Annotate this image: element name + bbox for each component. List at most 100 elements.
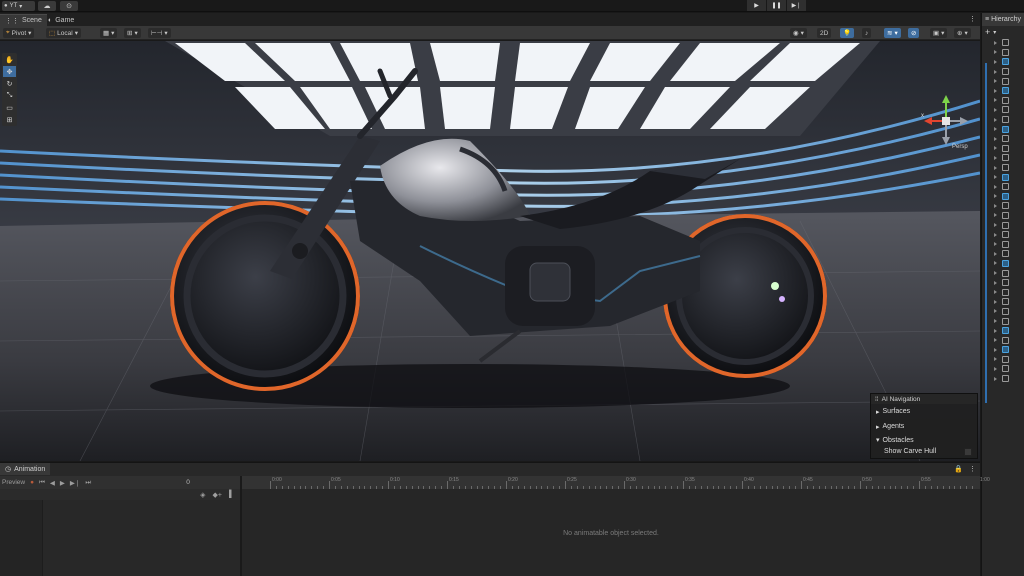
hierarchy-row[interactable]: [982, 374, 1024, 384]
chevron-right-icon[interactable]: [994, 175, 997, 180]
filter-keys-button[interactable]: ◈: [200, 491, 205, 499]
hierarchy-row[interactable]: [982, 364, 1024, 374]
chevron-right-icon[interactable]: [994, 40, 997, 45]
hierarchy-row[interactable]: [982, 48, 1024, 58]
hierarchy-row[interactable]: [982, 57, 1024, 67]
add-button[interactable]: +: [985, 27, 990, 37]
tab-scene[interactable]: ⋮⋮ Scene: [0, 14, 47, 26]
grid-snap-button[interactable]: ▦ ▾: [100, 28, 118, 38]
hierarchy-row[interactable]: [982, 249, 1024, 259]
chevron-right-icon[interactable]: [994, 203, 997, 208]
chevron-right-icon[interactable]: [994, 366, 997, 371]
chevron-right-icon[interactable]: [994, 194, 997, 199]
hierarchy-row[interactable]: [982, 86, 1024, 96]
hierarchy-row[interactable]: [982, 124, 1024, 134]
hierarchy-row[interactable]: [982, 76, 1024, 86]
visibility-toggle[interactable]: ⊘: [908, 28, 920, 38]
toggle-2d-button[interactable]: 2D: [817, 28, 832, 38]
move-tool-button[interactable]: ✥: [3, 66, 16, 77]
scene-viewport[interactable]: x Persp: [0, 41, 980, 461]
chevron-right-icon[interactable]: [994, 242, 997, 247]
first-key-button[interactable]: ⏮: [39, 479, 45, 487]
collab-button[interactable]: ⊙: [60, 1, 78, 11]
ai-navigation-header[interactable]: ⁞⁞ AI Navigation: [871, 394, 977, 404]
chevron-right-icon[interactable]: [994, 319, 997, 324]
ai-nav-surfaces[interactable]: ▸ Surfaces: [871, 404, 977, 419]
hierarchy-row[interactable]: [982, 355, 1024, 365]
hierarchy-row[interactable]: [982, 201, 1024, 211]
chevron-right-icon[interactable]: [994, 290, 997, 295]
scale-tool-button[interactable]: ⤡: [3, 90, 16, 101]
tab-menu-icon[interactable]: ⋮: [969, 15, 976, 23]
hierarchy-row[interactable]: [982, 153, 1024, 163]
chevron-right-icon[interactable]: [994, 69, 997, 74]
hierarchy-row[interactable]: [982, 316, 1024, 326]
chevron-right-icon[interactable]: [994, 146, 997, 151]
chevron-right-icon[interactable]: [994, 299, 997, 304]
view-mode-label[interactable]: Persp: [952, 144, 968, 150]
chevron-right-icon[interactable]: [994, 232, 997, 237]
chevron-right-icon[interactable]: [994, 107, 997, 112]
chevron-right-icon[interactable]: [994, 79, 997, 84]
ai-nav-obstacles[interactable]: ▾ Obstacles: [871, 434, 977, 446]
chevron-right-icon[interactable]: [994, 271, 997, 276]
timeline-ruler[interactable]: 0:00 0:05 0:10 0:15 0:20 0:25 0:30 0:35 0:40 0:45…: [242, 476, 990, 489]
rotate-tool-button[interactable]: ↻: [3, 78, 16, 89]
play-anim-button[interactable]: ▶: [60, 479, 65, 487]
lighting-toggle[interactable]: 💡: [840, 28, 855, 38]
chevron-right-icon[interactable]: [994, 223, 997, 228]
chevron-right-icon[interactable]: [994, 98, 997, 103]
orientation-gizmo[interactable]: x: [920, 93, 970, 149]
hierarchy-row[interactable]: [982, 134, 1024, 144]
snap-increment-button[interactable]: ⊞ ▾: [124, 28, 141, 38]
pivot-dropdown[interactable]: ⌖ Pivot ▾: [3, 28, 35, 38]
add-event-button[interactable]: ▌: [229, 491, 234, 498]
hierarchy-row[interactable]: [982, 335, 1024, 345]
hierarchy-row[interactable]: [982, 259, 1024, 269]
hierarchy-row[interactable]: [982, 105, 1024, 115]
hierarchy-row[interactable]: [982, 268, 1024, 278]
transform-tool-button[interactable]: ⊞: [3, 114, 16, 125]
draw-mode-dropdown[interactable]: ◉ ▾: [790, 28, 807, 38]
cloud-button[interactable]: ☁: [38, 1, 56, 11]
hierarchy-row[interactable]: [982, 163, 1024, 173]
account-dropdown[interactable]: ● YT ▾: [2, 1, 35, 11]
chevron-right-icon[interactable]: [994, 88, 997, 93]
play-button[interactable]: ▶: [747, 0, 766, 11]
chevron-right-icon[interactable]: [994, 328, 997, 333]
gizmos-dropdown[interactable]: ⊕ ▾: [954, 28, 971, 38]
hierarchy-row[interactable]: [982, 278, 1024, 288]
chevron-right-icon[interactable]: [994, 117, 997, 122]
incremental-snap-button[interactable]: ⊢⊣ ▾: [148, 28, 171, 38]
chevron-right-icon[interactable]: [994, 280, 997, 285]
hierarchy-row[interactable]: [982, 192, 1024, 202]
next-key-button[interactable]: ▶❘: [70, 479, 80, 487]
hierarchy-row[interactable]: [982, 182, 1024, 192]
hierarchy-row[interactable]: [982, 326, 1024, 336]
pause-button[interactable]: ❚❚: [767, 0, 786, 11]
chevron-right-icon[interactable]: [994, 338, 997, 343]
hierarchy-row[interactable]: [982, 115, 1024, 125]
hierarchy-row[interactable]: [982, 211, 1024, 221]
preview-label[interactable]: Preview: [2, 479, 25, 486]
hierarchy-row[interactable]: [982, 172, 1024, 182]
prev-key-button[interactable]: ◀: [50, 479, 55, 487]
ai-nav-agents[interactable]: ▸ Agents: [871, 419, 977, 434]
audio-toggle[interactable]: ♪: [862, 28, 872, 38]
chevron-right-icon[interactable]: [994, 213, 997, 218]
chevron-right-icon[interactable]: [994, 127, 997, 132]
effects-dropdown[interactable]: ≋ ▾: [884, 28, 901, 38]
hierarchy-row[interactable]: [982, 144, 1024, 154]
chevron-right-icon[interactable]: [994, 357, 997, 362]
chevron-right-icon[interactable]: [994, 50, 997, 55]
hand-tool-button[interactable]: ✋: [3, 54, 16, 65]
hierarchy-row[interactable]: [982, 230, 1024, 240]
tab-game[interactable]: ◐ Game: [43, 14, 79, 26]
chevron-right-icon[interactable]: [994, 136, 997, 141]
hierarchy-row[interactable]: [982, 297, 1024, 307]
add-keyframe-button[interactable]: ◆+: [213, 491, 222, 499]
chevron-right-icon[interactable]: [994, 261, 997, 266]
chevron-right-icon[interactable]: [994, 251, 997, 256]
chevron-right-icon[interactable]: [994, 155, 997, 160]
hierarchy-row[interactable]: [982, 96, 1024, 106]
